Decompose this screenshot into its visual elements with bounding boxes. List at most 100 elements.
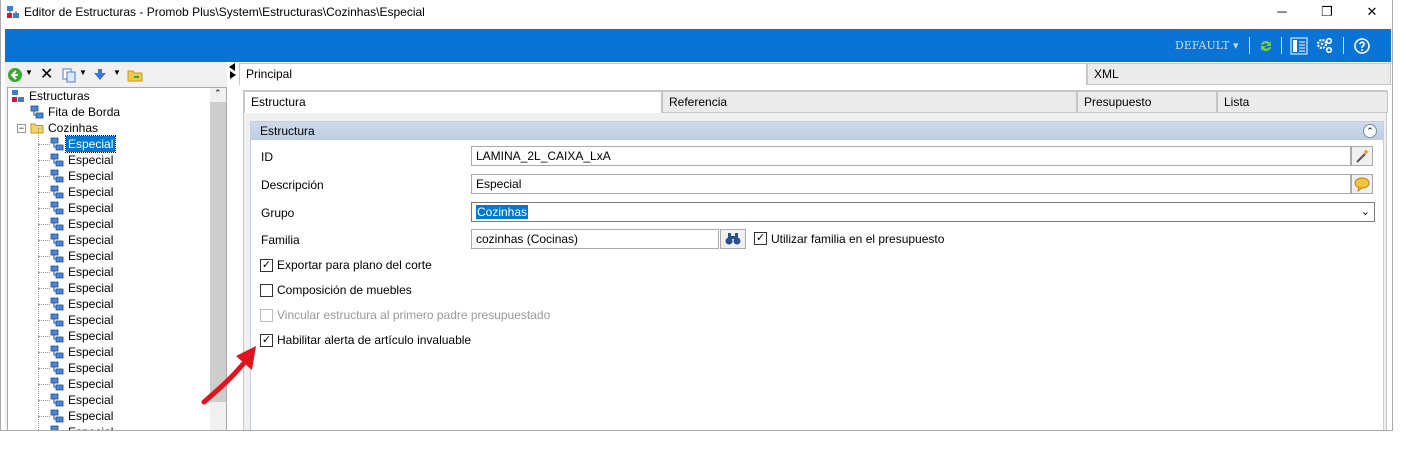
- familia-label: Familia: [261, 233, 300, 247]
- structure-icon: [50, 361, 64, 375]
- refresh-icon[interactable]: [1258, 38, 1274, 54]
- structure-icon: [50, 185, 64, 199]
- familia-search-button[interactable]: [720, 229, 746, 249]
- checkmark-icon: ✓: [755, 232, 766, 244]
- structure-icon: [50, 137, 64, 151]
- structure-icon: [50, 233, 64, 247]
- tab-xml[interactable]: XML: [1087, 63, 1391, 85]
- main-toolbar: DEFAULT ▾: [5, 29, 1391, 62]
- move-down-icon[interactable]: [93, 67, 107, 83]
- back-icon[interactable]: [7, 67, 23, 83]
- structure-icon: [30, 105, 44, 119]
- id-label: ID: [261, 150, 273, 164]
- tree-connector: [38, 176, 50, 177]
- subtab-presupuesto[interactable]: Presupuesto: [1077, 91, 1217, 113]
- structure-tree[interactable]: ⌃ Estructuras Fita de Borda Cozinhas − Espec…: [7, 87, 227, 430]
- restore-button[interactable]: ❐: [1304, 0, 1350, 24]
- structure-icon: [50, 297, 64, 311]
- tree-node-label: Estructuras: [29, 89, 90, 103]
- tree-node-label: Especial: [68, 201, 114, 215]
- familia-field[interactable]: cozinhas (Cocinas): [471, 229, 719, 249]
- tree-connector: [38, 416, 50, 417]
- properties-icon[interactable]: [1290, 37, 1308, 55]
- exportar-checkbox[interactable]: ✓: [260, 259, 273, 272]
- tree-node-label: Especial: [68, 361, 114, 375]
- tree-connector: [38, 224, 50, 225]
- subtab-referencia[interactable]: Referencia: [662, 91, 1077, 113]
- binoculars-icon: [725, 233, 741, 245]
- descripcion-label: Descripción: [261, 178, 324, 192]
- title-bar: Editor de Estructuras - Promob Plus\Syst…: [1, 0, 1392, 28]
- tree-node-label: Especial: [68, 313, 114, 327]
- toolbar-separator: [1249, 37, 1250, 54]
- vincular-checkbox: [260, 309, 273, 322]
- structure-icon: [50, 425, 64, 430]
- grupo-select[interactable]: Cozinhas ⌄: [471, 202, 1375, 222]
- tree-connector: [38, 144, 50, 145]
- translate-button[interactable]: [1351, 174, 1373, 194]
- tree-connector: [38, 368, 50, 369]
- folder-refresh-icon[interactable]: [127, 67, 143, 83]
- structure-icon: [50, 217, 64, 231]
- chevron-down-icon[interactable]: ⌄: [1361, 203, 1370, 221]
- chevron-down-icon[interactable]: ▼: [79, 68, 87, 77]
- chevron-down-icon: ▾: [1232, 39, 1239, 52]
- folder-open-icon: [30, 121, 44, 135]
- tree-node-label: Especial: [68, 345, 114, 359]
- minimize-button[interactable]: ─: [1259, 0, 1305, 24]
- utilizar-familia-label: Utilizar familia en el presupuesto: [771, 232, 945, 246]
- structure-icon: [50, 153, 64, 167]
- chevron-up-icon[interactable]: ⌃: [214, 88, 222, 99]
- tree-connector: [38, 384, 50, 385]
- tree-node-label: Especial: [68, 393, 114, 407]
- chevron-down-icon[interactable]: ▼: [25, 68, 33, 77]
- id-picker-button[interactable]: [1351, 146, 1373, 166]
- tree-connector: [38, 400, 50, 401]
- grupo-label: Grupo: [261, 206, 295, 220]
- toolbar-separator: [1343, 37, 1344, 54]
- tree-node-label: Especial: [66, 424, 115, 430]
- tree-node-label: Fita de Borda: [48, 105, 121, 119]
- utilizar-familia-checkbox[interactable]: ✓: [754, 232, 767, 245]
- tab-principal[interactable]: Principal: [239, 63, 1087, 85]
- subtab-estructura[interactable]: Estructura: [244, 91, 662, 113]
- id-field[interactable]: LAMINA_2L_CAIXA_LxA: [471, 146, 1351, 166]
- tree-connector: [38, 192, 50, 193]
- tree-connector: [38, 320, 50, 321]
- tree-node-label: Cozinhas: [48, 121, 99, 135]
- delete-icon[interactable]: ✕: [40, 64, 53, 84]
- default-dropdown[interactable]: DEFAULT ▾: [1175, 39, 1239, 52]
- habilitar-alerta-label: Habilitar alerta de artículo invaluable: [277, 333, 472, 347]
- chevron-down-icon[interactable]: ▼: [113, 68, 121, 77]
- settings-gears-icon[interactable]: [1316, 37, 1334, 55]
- copy-icon[interactable]: [61, 67, 77, 83]
- structure-icon: [50, 169, 64, 183]
- tree-node-label: Especial: [68, 281, 114, 295]
- tree-node-label: Especial: [68, 409, 114, 423]
- collapse-arrows-icon[interactable]: [228, 62, 237, 80]
- structure-icon: [50, 201, 64, 215]
- group-header: Estructura ⌃: [251, 122, 1383, 140]
- app-icon: [7, 6, 19, 18]
- tree-node-label: Especial: [64, 135, 117, 153]
- composicion-checkbox[interactable]: [260, 284, 273, 297]
- structure-tree-panel: ▼ ✕ ▼ ▼ ⌃ Estructuras Fita de Borda Cozinh…: [5, 62, 227, 430]
- tree-node-label: Especial: [68, 185, 114, 199]
- collapse-toggle-icon[interactable]: −: [17, 124, 26, 133]
- structure-icon: [50, 281, 64, 295]
- close-button[interactable]: ✕: [1349, 0, 1392, 24]
- collapse-icon[interactable]: ⌃: [1363, 124, 1377, 138]
- structure-icon: [50, 393, 64, 407]
- descripcion-field[interactable]: Especial: [471, 174, 1351, 194]
- help-icon[interactable]: [1354, 38, 1370, 54]
- tree-connector: [38, 128, 39, 430]
- subtab-lista[interactable]: Lista: [1217, 91, 1388, 113]
- tree-node-label: Especial: [68, 249, 114, 263]
- tree-connector: [38, 352, 50, 353]
- default-label: DEFAULT: [1175, 39, 1230, 52]
- structure-icon: [50, 345, 64, 359]
- principal-page: Estructura Referencia Presupuesto Lista …: [243, 90, 1388, 430]
- tree-connector: [38, 240, 50, 241]
- structure-icon: [50, 377, 64, 391]
- grupo-selected-value: Cozinhas: [476, 205, 529, 219]
